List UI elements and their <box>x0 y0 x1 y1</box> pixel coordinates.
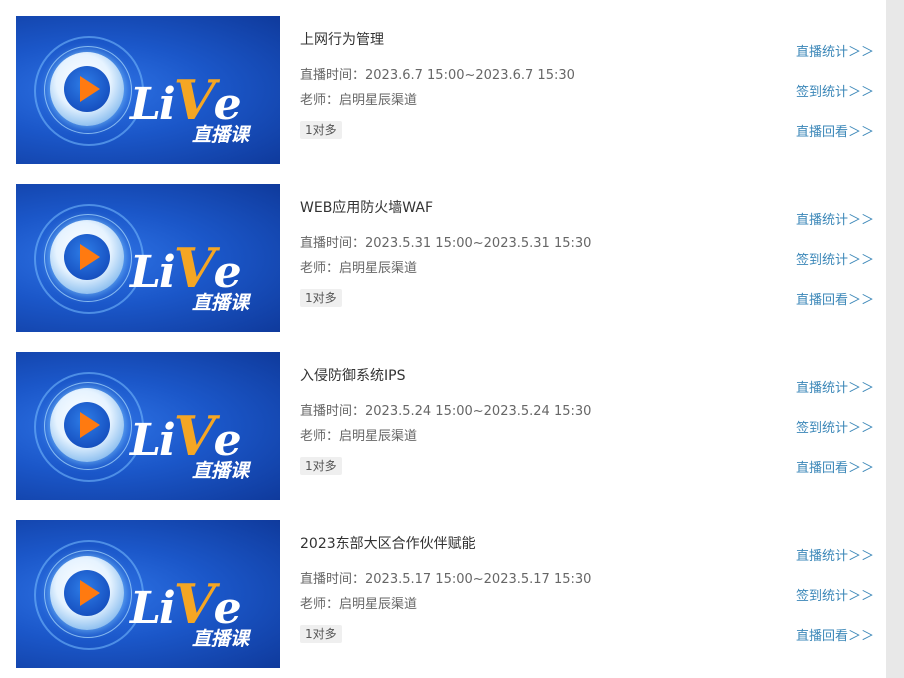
signin-stats-link[interactable]: 签到统计＞＞ <box>796 81 874 100</box>
play-icon <box>80 76 100 102</box>
time-value: 2023.5.17 15:00~2023.5.17 15:30 <box>365 572 592 587</box>
course-teacher: 老师：启明星辰渠道 <box>300 425 417 444</box>
teacher-value: 启明星辰渠道 <box>339 261 418 276</box>
course-type-tag: 1对多 <box>300 625 342 643</box>
time-label: 直播时间： <box>300 404 366 419</box>
course-teacher: 老师：启明星辰渠道 <box>300 257 417 276</box>
teacher-value: 启明星辰渠道 <box>339 429 418 444</box>
live-course-label: 直播课 <box>192 124 250 146</box>
course-thumbnail[interactable]: LiVe 直播课 <box>16 184 280 332</box>
course-time: 直播时间：2023.6.7 15:00~2023.6.7 15:30 <box>300 64 575 83</box>
live-course-label: 直播课 <box>192 628 250 650</box>
course-card: LiVe 直播课 上网行为管理 直播时间：2023.6.7 15:00~2023… <box>16 16 880 164</box>
time-label: 直播时间： <box>300 572 366 587</box>
signin-stats-link[interactable]: 签到统计＞＞ <box>796 585 874 604</box>
course-card: LiVe 直播课 入侵防御系统IPS 直播时间：2023.5.24 15:00~… <box>16 352 880 500</box>
course-title[interactable]: 2023东部大区合作伙伴赋能 <box>300 533 476 553</box>
course-teacher: 老师：启明星辰渠道 <box>300 89 417 108</box>
course-time: 直播时间：2023.5.31 15:00~2023.5.31 15:30 <box>300 232 591 251</box>
teacher-label: 老师： <box>300 261 340 276</box>
live-stats-link[interactable]: 直播统计＞＞ <box>796 545 874 564</box>
course-list-panel: LiVe 直播课 上网行为管理 直播时间：2023.6.7 15:00~2023… <box>0 0 886 678</box>
time-value: 2023.5.24 15:00~2023.5.24 15:30 <box>365 404 592 419</box>
course-title[interactable]: WEB应用防火墙WAF <box>300 197 433 217</box>
course-thumbnail[interactable]: LiVe 直播课 <box>16 520 280 668</box>
time-label: 直播时间： <box>300 68 366 83</box>
time-value: 2023.6.7 15:00~2023.6.7 15:30 <box>365 68 575 83</box>
course-type-tag: 1对多 <box>300 457 342 475</box>
teacher-value: 启明星辰渠道 <box>339 597 418 612</box>
live-stats-link[interactable]: 直播统计＞＞ <box>796 209 874 228</box>
teacher-label: 老师： <box>300 597 340 612</box>
course-title[interactable]: 上网行为管理 <box>300 29 384 49</box>
course-time: 直播时间：2023.5.17 15:00~2023.5.17 15:30 <box>300 568 591 587</box>
course-teacher: 老师：启明星辰渠道 <box>300 593 417 612</box>
course-type-tag: 1对多 <box>300 289 342 307</box>
replay-link[interactable]: 直播回看＞＞ <box>796 121 874 140</box>
live-stats-link[interactable]: 直播统计＞＞ <box>796 41 874 60</box>
course-thumbnail[interactable]: LiVe 直播课 <box>16 352 280 500</box>
time-value: 2023.5.31 15:00~2023.5.31 15:30 <box>365 236 592 251</box>
teacher-label: 老师： <box>300 429 340 444</box>
signin-stats-link[interactable]: 签到统计＞＞ <box>796 249 874 268</box>
course-thumbnail[interactable]: LiVe 直播课 <box>16 16 280 164</box>
replay-link[interactable]: 直播回看＞＞ <box>796 625 874 644</box>
time-label: 直播时间： <box>300 236 366 251</box>
live-course-label: 直播课 <box>192 292 250 314</box>
live-stats-link[interactable]: 直播统计＞＞ <box>796 377 874 396</box>
course-type-tag: 1对多 <box>300 121 342 139</box>
teacher-label: 老师： <box>300 93 340 108</box>
replay-link[interactable]: 直播回看＞＞ <box>796 289 874 308</box>
teacher-value: 启明星辰渠道 <box>339 93 418 108</box>
signin-stats-link[interactable]: 签到统计＞＞ <box>796 417 874 436</box>
play-icon <box>80 412 100 438</box>
live-course-label: 直播课 <box>192 460 250 482</box>
course-card: LiVe 直播课 2023东部大区合作伙伴赋能 直播时间：2023.5.17 1… <box>16 520 880 668</box>
course-time: 直播时间：2023.5.24 15:00~2023.5.24 15:30 <box>300 400 591 419</box>
replay-link[interactable]: 直播回看＞＞ <box>796 457 874 476</box>
play-icon <box>80 580 100 606</box>
course-card: LiVe 直播课 WEB应用防火墙WAF 直播时间：2023.5.31 15:0… <box>16 184 880 332</box>
course-title[interactable]: 入侵防御系统IPS <box>300 365 405 385</box>
play-icon <box>80 244 100 270</box>
